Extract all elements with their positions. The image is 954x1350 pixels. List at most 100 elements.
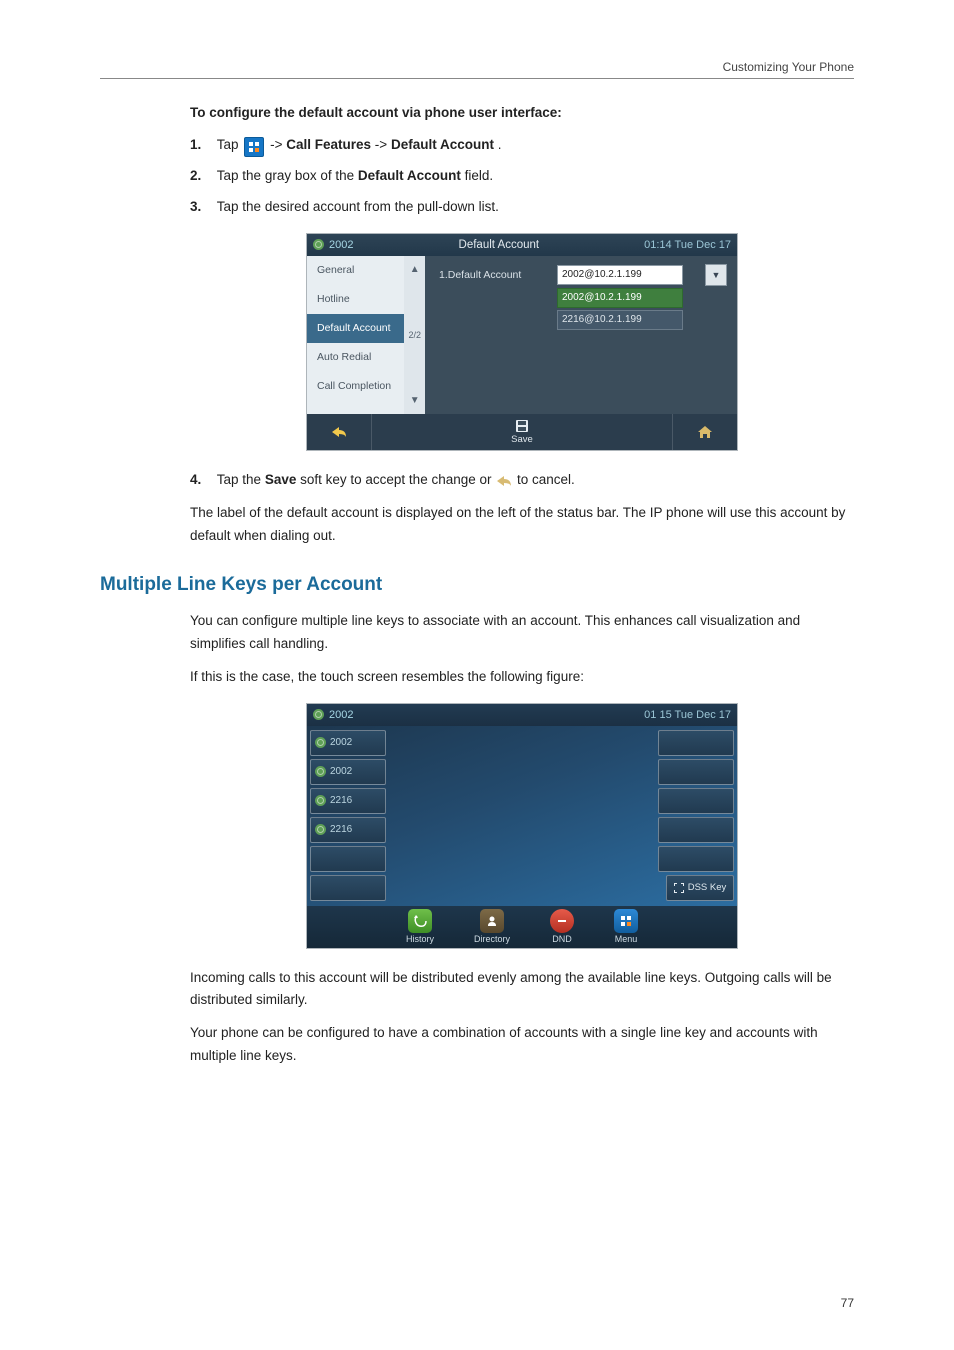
step-1-text-a: Tap	[217, 137, 243, 152]
step-3-number: 3.	[190, 199, 201, 214]
step-2-text-c: field.	[465, 168, 494, 183]
step-4-save-bold: Save	[265, 472, 297, 487]
dnd-button[interactable]: DND	[550, 909, 574, 944]
ss2-right-column: . . . . . DSS Key	[661, 730, 737, 906]
save-icon	[515, 419, 529, 433]
ss2-statusbar: 2002 01 15 Tue Dec 17	[307, 704, 737, 726]
step-2-number: 2.	[190, 168, 201, 183]
sidebar-item-call-completion[interactable]: Call Completion	[307, 372, 404, 401]
sidebar-item-default-account[interactable]: Default Account	[307, 314, 404, 343]
step-4-text-d: to cancel.	[517, 472, 575, 487]
line-key-r4-empty[interactable]: .	[658, 817, 734, 843]
line-key-r5-empty[interactable]: .	[658, 846, 734, 872]
scroll-up-icon[interactable]: ▲	[410, 264, 420, 275]
ss1-selected-value[interactable]: 2002@10.2.1.199	[557, 265, 683, 285]
line-key-6-empty[interactable]: .	[310, 875, 386, 901]
step-3-text: Tap the desired account from the pull-do…	[217, 199, 499, 214]
ss1-field-label: 1.Default Account	[439, 269, 539, 281]
menu-icon-bottom	[614, 909, 638, 933]
ss1-content: 1.Default Account 2002@10.2.1.199 ▼ 2002…	[425, 256, 737, 414]
line-key-2-label: 2002	[330, 766, 352, 777]
step-4-text-a: Tap the	[217, 472, 265, 487]
home-button[interactable]	[672, 414, 737, 450]
save-label: Save	[511, 434, 533, 445]
ss2-account-label: 2002	[313, 709, 353, 721]
directory-label: Directory	[474, 934, 510, 944]
back-icon-inline	[495, 472, 513, 490]
sidebar-item-auto-redial[interactable]: Auto Redial	[307, 343, 404, 372]
line-key-r1-empty[interactable]: .	[658, 730, 734, 756]
dropdown-option-selected[interactable]: 2002@10.2.1.199	[557, 288, 683, 308]
home-icon	[696, 424, 714, 440]
step-1: 1. Tap -> Call Features -> Default Accou…	[190, 134, 854, 157]
ss1-sidebar: General Hotline Default Account Auto Red…	[307, 256, 404, 414]
dropdown-toggle-button[interactable]: ▼	[705, 264, 727, 286]
step-4-text-c: soft key to accept the change or	[300, 472, 495, 487]
dnd-label: DND	[552, 934, 572, 944]
step-1-text-d: ->	[375, 137, 387, 152]
dropdown-option-alt[interactable]: 2216@10.2.1.199	[557, 310, 683, 330]
paragraph-2b: If this is the case, the touch screen re…	[190, 666, 854, 689]
step-2-bold: Default Account	[358, 168, 461, 183]
line-key-3-label: 2216	[330, 795, 352, 806]
sidebar-item-general[interactable]: General	[307, 256, 404, 285]
ss1-time: 01:14 Tue Dec 17	[644, 239, 731, 251]
phone-icon	[315, 737, 326, 748]
ss1-statusbar: 2002 Default Account 01:14 Tue Dec 17	[307, 234, 737, 256]
ss2-bottom-bar: History Directory DND	[307, 906, 737, 948]
directory-icon	[480, 909, 504, 933]
step-3: 3. Tap the desired account from the pull…	[190, 196, 854, 219]
line-key-4[interactable]: 2216	[310, 817, 386, 843]
save-button[interactable]: Save	[372, 414, 672, 450]
menu-button[interactable]: Menu	[614, 909, 638, 944]
back-icon	[330, 425, 348, 439]
step-4-number: 4.	[190, 472, 201, 487]
step-1-defaultaccount: Default Account	[391, 137, 494, 152]
history-label: History	[406, 934, 434, 944]
ss1-scrollbar[interactable]: ▲ 2/2 ▼	[404, 256, 425, 414]
history-button[interactable]: History	[406, 909, 434, 944]
line-key-1[interactable]: 2002	[310, 730, 386, 756]
scroll-down-icon[interactable]: ▼	[410, 395, 420, 406]
paragraph-2a: You can configure multiple line keys to …	[190, 610, 854, 656]
back-button[interactable]	[307, 414, 372, 450]
ss1-page-indicator: 2/2	[408, 330, 421, 340]
paragraph-after-steps: The label of the default account is disp…	[190, 502, 854, 548]
directory-button[interactable]: Directory	[474, 909, 510, 944]
line-key-r2-empty[interactable]: .	[658, 759, 734, 785]
ss1-account-label: 2002	[313, 239, 353, 251]
ss2-account-text: 2002	[329, 709, 353, 721]
line-key-5-empty[interactable]: .	[310, 846, 386, 872]
step-1-number: 1.	[190, 137, 201, 152]
ss1-title: Default Account	[459, 239, 540, 251]
phone-icon	[313, 239, 324, 250]
dss-key-label: DSS Key	[688, 882, 727, 893]
dnd-icon	[550, 909, 574, 933]
line-key-2[interactable]: 2002	[310, 759, 386, 785]
page-number: 77	[841, 1296, 854, 1310]
phone-icon	[315, 795, 326, 806]
steps-list: 1. Tap -> Call Features -> Default Accou…	[190, 134, 854, 219]
running-head: Customizing Your Phone	[100, 60, 854, 79]
dss-key-button[interactable]: DSS Key	[666, 875, 734, 901]
menu-label: Menu	[615, 934, 638, 944]
ss1-footer: Save	[307, 414, 737, 450]
step-2-text-a: Tap the gray box of the	[217, 168, 358, 183]
step-1-text-b: ->	[270, 137, 282, 152]
ss2-left-column: 2002 2002 2216 2216 . .	[307, 730, 383, 906]
intro-heading: To configure the default account via pho…	[190, 105, 854, 120]
phone-icon	[313, 709, 324, 720]
paragraph-3: Incoming calls to this account will be d…	[190, 967, 854, 1013]
sidebar-item-hotline[interactable]: Hotline	[307, 285, 404, 314]
phone-icon	[315, 824, 326, 835]
step-4: 4. Tap the Save soft key to accept the c…	[190, 469, 854, 492]
paragraph-4: Your phone can be configured to have a c…	[190, 1022, 854, 1068]
section-heading: Multiple Line Keys per Account	[100, 574, 854, 596]
history-icon	[408, 909, 432, 933]
screenshot-home-linekeys: 2002 01 15 Tue Dec 17 2002 2002 2216 221…	[306, 703, 738, 949]
line-key-1-label: 2002	[330, 737, 352, 748]
line-key-3[interactable]: 2216	[310, 788, 386, 814]
phone-icon	[315, 766, 326, 777]
line-key-r3-empty[interactable]: .	[658, 788, 734, 814]
ss1-account-text: 2002	[329, 239, 353, 251]
